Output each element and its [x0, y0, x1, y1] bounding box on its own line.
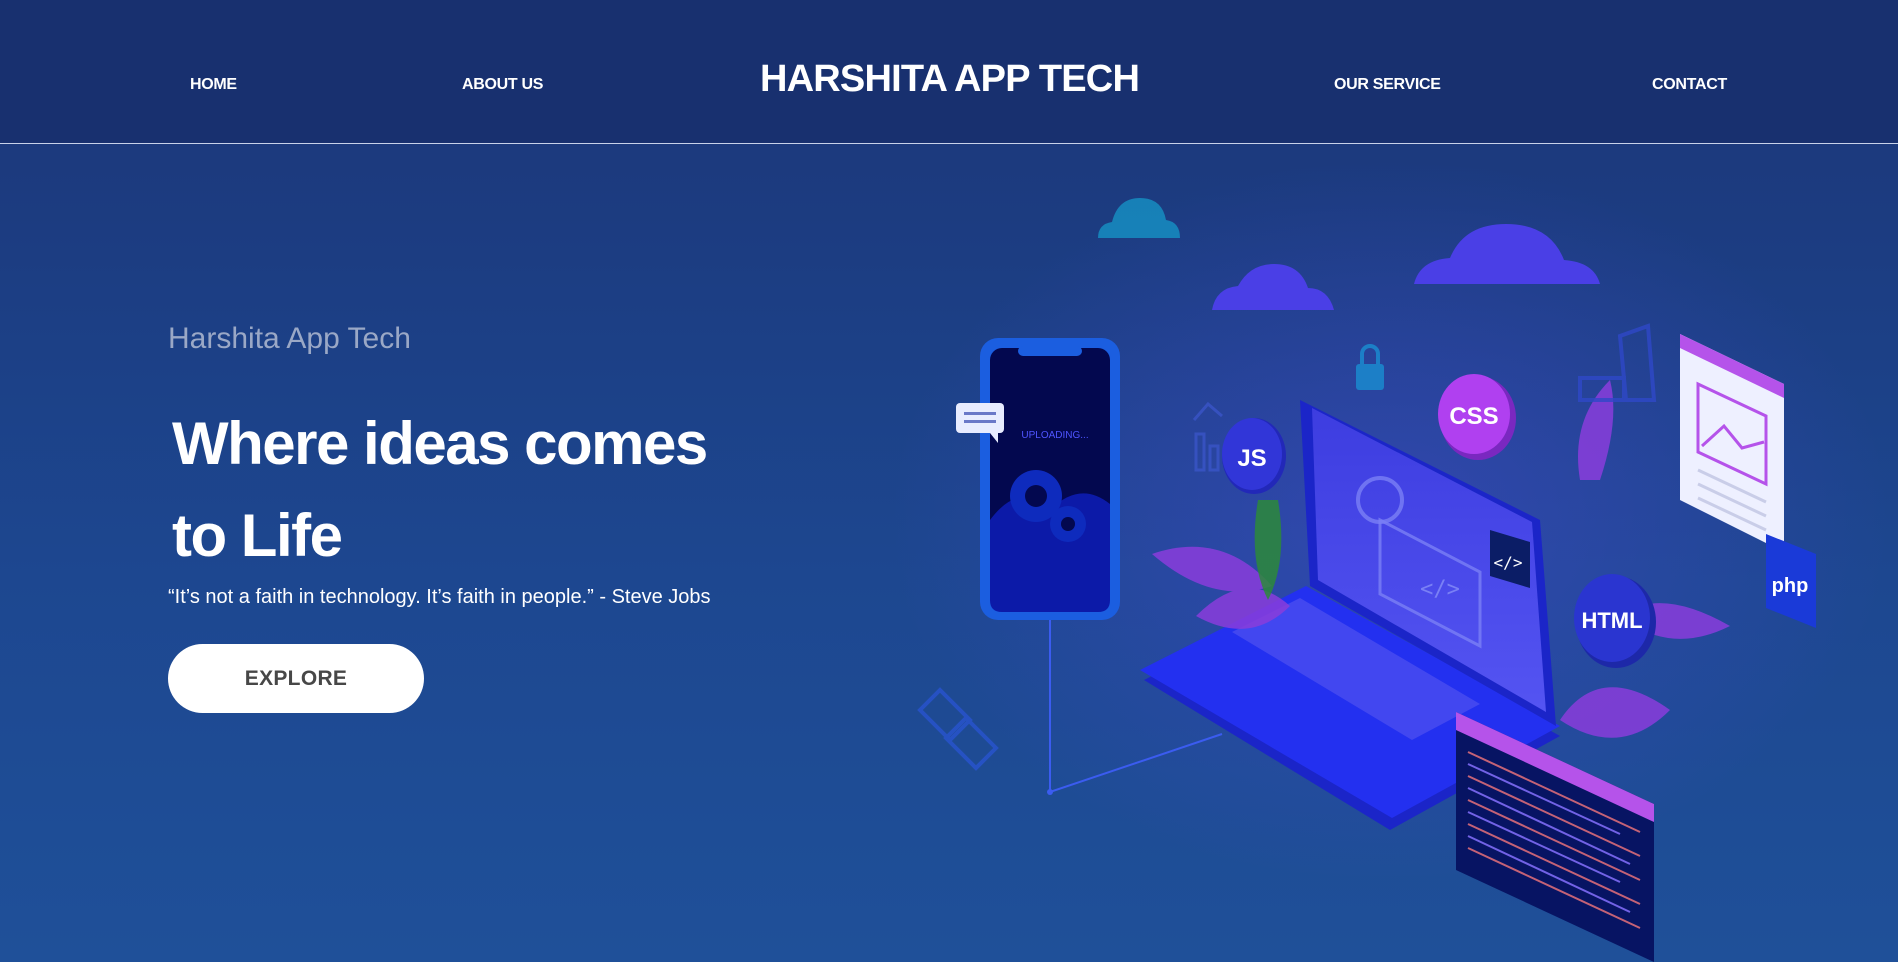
- svg-text:JS: JS: [1237, 445, 1266, 472]
- svg-text:php: php: [1772, 575, 1809, 597]
- code-tag-icon: </>: [1420, 577, 1460, 602]
- svg-text:HTML: HTML: [1581, 608, 1642, 633]
- js-badge: JS: [1222, 418, 1286, 494]
- svg-text:</>: </>: [1494, 553, 1523, 572]
- svg-text:CSS: CSS: [1449, 403, 1498, 430]
- phone-status-text: UPLOADING...: [1021, 430, 1088, 441]
- hero-illustration: UPLOADING... </> </> JS CSS HTML php: [890, 160, 1890, 962]
- smartphone-illustration: UPLOADING...: [980, 338, 1120, 620]
